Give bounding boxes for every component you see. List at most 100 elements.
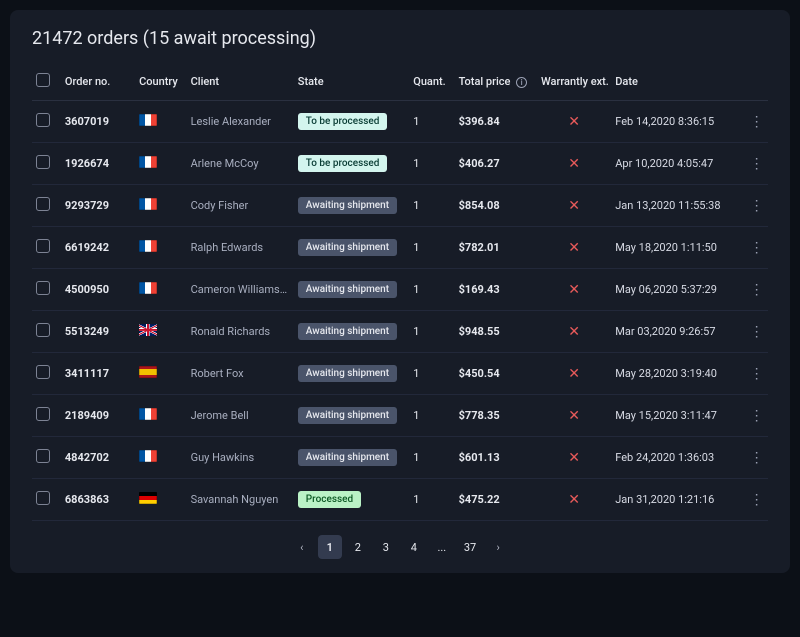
page-ellipsis: ... (430, 535, 454, 559)
order-date: May 06,2020 5:37:29 (611, 269, 745, 311)
total-price: $396.84 (455, 101, 537, 143)
row-menu-icon[interactable]: ⋮ (745, 353, 768, 395)
total-price: $948.55 (455, 311, 537, 353)
table-row[interactable]: 4500950Cameron WilliamsonAwaiting shipme… (32, 269, 768, 311)
total-price: $169.43 (455, 269, 537, 311)
row-menu-icon[interactable]: ⋮ (745, 479, 768, 521)
total-price: $782.01 (455, 227, 537, 269)
warranty-x-icon: ✕ (541, 198, 607, 214)
total-price: $854.08 (455, 185, 537, 227)
page-prev[interactable]: ‹ (290, 535, 314, 559)
client-name: Jerome Bell (187, 395, 294, 437)
total-price: $475.22 (455, 479, 537, 521)
row-menu-icon[interactable]: ⋮ (745, 101, 768, 143)
quantity: 1 (409, 185, 454, 227)
row-menu-icon[interactable]: ⋮ (745, 185, 768, 227)
col-total-price-label: Total price (459, 75, 511, 88)
warranty-x-icon: ✕ (541, 156, 607, 172)
page-3[interactable]: 3 (374, 535, 398, 559)
page-4[interactable]: 4 (402, 535, 426, 559)
col-country[interactable]: Country (135, 65, 187, 101)
country-flag-icon (139, 450, 157, 462)
order-no: 1926674 (61, 143, 135, 185)
row-checkbox[interactable] (36, 407, 50, 421)
col-total-price[interactable]: Total price i (455, 65, 537, 101)
col-order-no[interactable]: Order no. (61, 65, 135, 101)
order-date: May 15,2020 3:11:47 (611, 395, 745, 437)
order-no: 4842702 (61, 437, 135, 479)
order-no: 5513249 (61, 311, 135, 353)
order-date: Mar 03,2020 9:26:57 (611, 311, 745, 353)
row-checkbox[interactable] (36, 323, 50, 337)
col-client[interactable]: Client (187, 65, 294, 101)
table-row[interactable]: 1926674Arlene McCoyTo be processed1$406.… (32, 143, 768, 185)
order-date: Jan 13,2020 11:55:38 (611, 185, 745, 227)
quantity: 1 (409, 101, 454, 143)
col-quant[interactable]: Quant. (409, 65, 454, 101)
state-badge: Awaiting shipment (298, 239, 397, 256)
col-state[interactable]: State (294, 65, 409, 101)
warranty-x-icon: ✕ (541, 240, 607, 256)
state-badge: Awaiting shipment (298, 323, 397, 340)
row-checkbox[interactable] (36, 449, 50, 463)
table-row[interactable]: 5513249 Ronald RichardsAwaiting shipment 1… (32, 311, 768, 353)
order-date: Apr 10,2020 4:05:47 (611, 143, 745, 185)
page-1[interactable]: 1 (318, 535, 342, 559)
quantity: 1 (409, 227, 454, 269)
select-all-checkbox[interactable] (36, 73, 50, 87)
country-flag-icon (139, 114, 157, 126)
table-row[interactable]: 9293729Cody FisherAwaiting shipment1$854… (32, 185, 768, 227)
row-checkbox[interactable] (36, 197, 50, 211)
table-row[interactable]: 3411117Robert FoxAwaiting shipment1$450.… (32, 353, 768, 395)
warranty-x-icon: ✕ (541, 282, 607, 298)
quantity: 1 (409, 353, 454, 395)
row-checkbox[interactable] (36, 281, 50, 295)
page-next[interactable]: › (486, 535, 510, 559)
client-name: Ralph Edwards (187, 227, 294, 269)
page-2[interactable]: 2 (346, 535, 370, 559)
row-menu-icon[interactable]: ⋮ (745, 395, 768, 437)
warranty-x-icon: ✕ (541, 450, 607, 466)
row-checkbox[interactable] (36, 239, 50, 253)
order-date: May 18,2020 1:11:50 (611, 227, 745, 269)
table-row[interactable]: 6863863Savannah NguyenProcessed1$475.22✕… (32, 479, 768, 521)
client-name: Leslie Alexander (187, 101, 294, 143)
info-icon[interactable]: i (516, 77, 527, 88)
table-row[interactable]: 3607019Leslie AlexanderTo be processed1$… (32, 101, 768, 143)
state-badge: Awaiting shipment (298, 197, 397, 214)
row-checkbox[interactable] (36, 113, 50, 127)
table-row[interactable]: 2189409Jerome BellAwaiting shipment1$778… (32, 395, 768, 437)
state-badge: Awaiting shipment (298, 407, 397, 424)
warranty-x-icon: ✕ (541, 492, 607, 508)
page-37[interactable]: 37 (458, 535, 482, 559)
state-badge: Awaiting shipment (298, 365, 397, 382)
quantity: 1 (409, 311, 454, 353)
order-no: 9293729 (61, 185, 135, 227)
country-flag-icon (139, 366, 157, 378)
country-flag-icon (139, 324, 157, 336)
quantity: 1 (409, 269, 454, 311)
orders-table: Order no. Country Client State Quant. To… (32, 65, 768, 521)
row-menu-icon[interactable]: ⋮ (745, 143, 768, 185)
client-name: Ronald Richards (187, 311, 294, 353)
col-warranty-ext[interactable]: Warrantly ext. (537, 65, 611, 101)
warranty-x-icon: ✕ (541, 324, 607, 340)
order-date: Feb 24,2020 1:36:03 (611, 437, 745, 479)
row-checkbox[interactable] (36, 155, 50, 169)
order-no: 6619242 (61, 227, 135, 269)
table-row[interactable]: 4842702Guy HawkinsAwaiting shipment1$601… (32, 437, 768, 479)
row-checkbox[interactable] (36, 365, 50, 379)
total-price: $601.13 (455, 437, 537, 479)
row-menu-icon[interactable]: ⋮ (745, 311, 768, 353)
state-badge: To be processed (298, 155, 388, 172)
table-row[interactable]: 6619242 Ralph EdwardsAwaiting shipment 1$7… (32, 227, 768, 269)
col-date[interactable]: Date (611, 65, 745, 101)
state-badge: Processed (298, 491, 361, 508)
row-menu-icon[interactable]: ⋮ (745, 437, 768, 479)
client-name: Savannah Nguyen (187, 479, 294, 521)
row-menu-icon[interactable]: ⋮ (745, 227, 768, 269)
order-no: 6863863 (61, 479, 135, 521)
country-flag-icon (139, 156, 157, 168)
row-checkbox[interactable] (36, 491, 50, 505)
row-menu-icon[interactable]: ⋮ (745, 269, 768, 311)
